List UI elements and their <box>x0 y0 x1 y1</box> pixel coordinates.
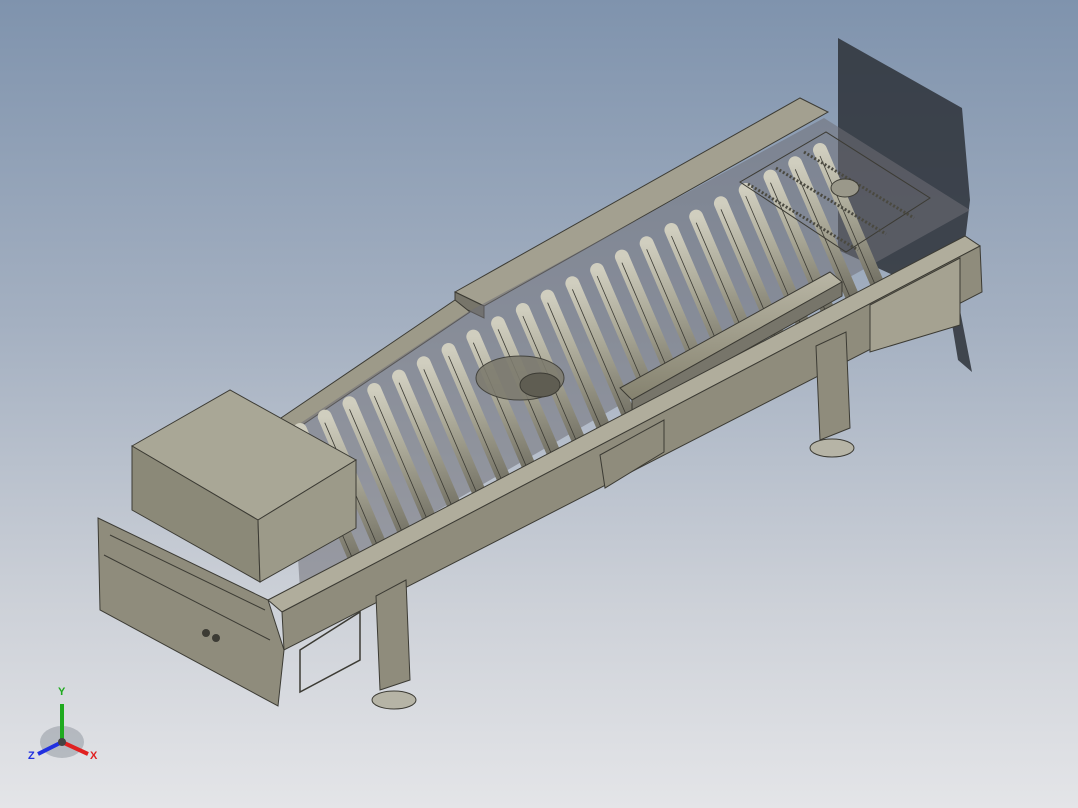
y-axis-label: Y <box>58 686 66 698</box>
drive-sprocket <box>830 178 860 198</box>
coordinate-triad: Y X Z <box>26 686 106 772</box>
x-axis-label: X <box>90 750 98 762</box>
z-axis-label: Z <box>28 750 35 762</box>
drive-motor <box>475 355 565 401</box>
conveyor-model[interactable] <box>0 0 1078 808</box>
cad-graphics-viewport[interactable]: Y X Z <box>0 0 1078 808</box>
